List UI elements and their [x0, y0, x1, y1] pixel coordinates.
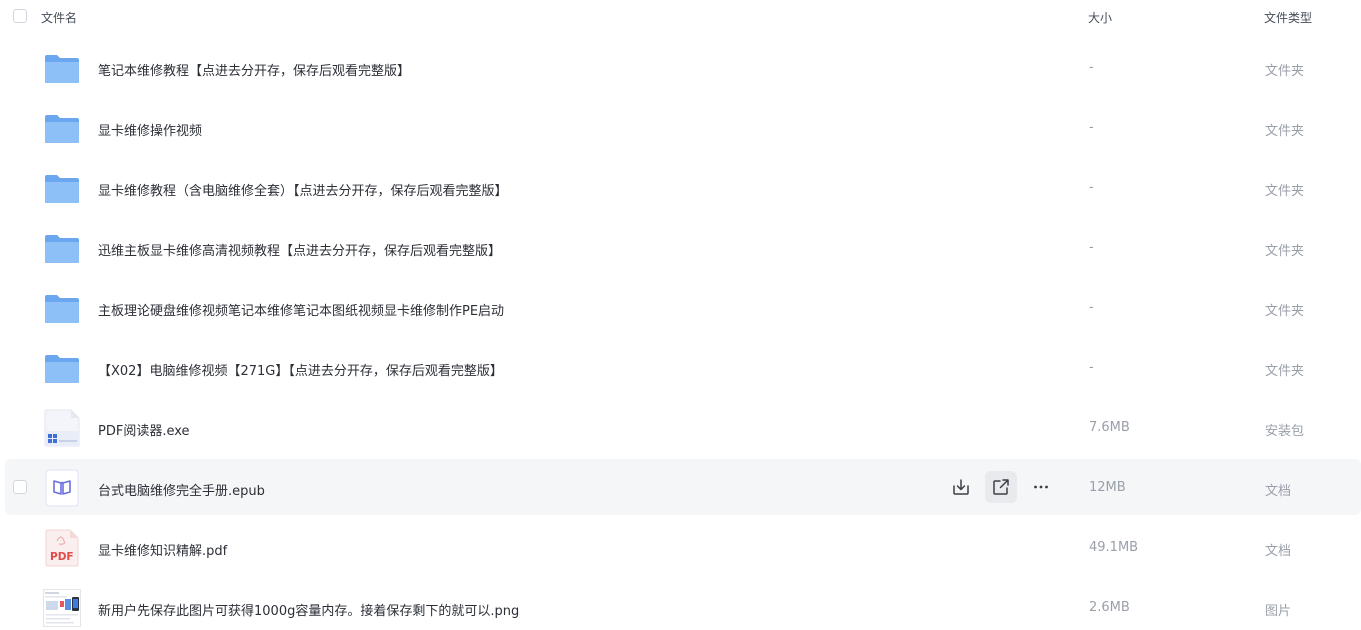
- file-row[interactable]: 显卡维修操作视频 - 文件夹: [5, 99, 1361, 155]
- share-button[interactable]: [985, 471, 1017, 503]
- file-size: -: [1089, 360, 1094, 375]
- file-name[interactable]: 显卡维修操作视频: [98, 120, 202, 139]
- file-type: 文件夹: [1265, 124, 1305, 139]
- file-type: 文档: [1265, 484, 1292, 499]
- pdf-file-icon: PDF: [43, 529, 81, 567]
- file-type: 文件夹: [1265, 184, 1305, 199]
- file-row[interactable]: 【X02】电脑维修视频【271G】【点进去分开存，保存后观看完整版】 - 文件夹: [5, 339, 1361, 395]
- epub-book-icon: [43, 469, 81, 507]
- column-header-type[interactable]: 文件类型: [1264, 9, 1312, 26]
- file-size: -: [1089, 120, 1094, 135]
- column-header-size[interactable]: 大小: [1088, 9, 1112, 26]
- image-thumbnail-icon: [43, 589, 81, 627]
- file-name[interactable]: 主板理论硬盘维修视频笔记本维修笔记本图纸视频显卡维修制作PE启动: [98, 300, 504, 319]
- download-icon: [953, 479, 969, 495]
- file-type: 文档: [1265, 544, 1292, 559]
- exe-file-icon: [43, 409, 81, 447]
- file-size: 12MB: [1089, 480, 1126, 495]
- file-size: 49.1MB: [1089, 540, 1139, 555]
- folder-icon: [43, 49, 81, 87]
- file-row[interactable]: 新用户先保存此图片可获得1000g容量内存。接着保存剩下的就可以.png 2.6…: [5, 579, 1361, 630]
- file-row[interactable]: 主板理论硬盘维修视频笔记本维修笔记本图纸视频显卡维修制作PE启动 - 文件夹: [5, 279, 1361, 335]
- more-icon: [1034, 485, 1048, 489]
- file-row[interactable]: 显卡维修教程（含电脑维修全套）【点进去分开存，保存后观看完整版】 - 文件夹: [5, 159, 1361, 215]
- file-type: 文件夹: [1265, 64, 1305, 79]
- file-row[interactable]: 迅维主板显卡维修高清视频教程【点进去分开存，保存后观看完整版】 - 文件夹: [5, 219, 1361, 275]
- file-name[interactable]: PDF阅读器.exe: [98, 420, 190, 439]
- file-name[interactable]: 笔记本维修教程【点进去分开存，保存后观看完整版】: [98, 60, 410, 79]
- file-size: -: [1089, 60, 1094, 75]
- folder-icon: [43, 289, 81, 327]
- select-all-checkbox[interactable]: [13, 9, 27, 23]
- file-name[interactable]: 迅维主板显卡维修高清视频教程【点进去分开存，保存后观看完整版】: [98, 240, 501, 259]
- file-type: 安装包: [1265, 424, 1305, 439]
- file-size: 7.6MB: [1089, 420, 1130, 435]
- share-icon: [993, 479, 1009, 495]
- file-size: 2.6MB: [1089, 600, 1130, 615]
- file-name[interactable]: 显卡维修教程（含电脑维修全套）【点进去分开存，保存后观看完整版】: [98, 180, 508, 199]
- file-type: 文件夹: [1265, 304, 1305, 319]
- folder-icon: [43, 349, 81, 387]
- download-button[interactable]: [945, 471, 977, 503]
- more-button[interactable]: [1025, 471, 1057, 503]
- file-type: 文件夹: [1265, 244, 1305, 259]
- file-size: -: [1089, 300, 1094, 315]
- column-header-name[interactable]: 文件名: [41, 9, 77, 26]
- file-row[interactable]: 笔记本维修教程【点进去分开存，保存后观看完整版】 - 文件夹: [5, 39, 1361, 95]
- folder-icon: [43, 229, 81, 267]
- file-row[interactable]: PDF 显卡维修知识精解.pdf 49.1MB 文档: [5, 519, 1361, 575]
- pdf-badge: PDF: [50, 551, 74, 563]
- file-name[interactable]: 【X02】电脑维修视频【271G】【点进去分开存，保存后观看完整版】: [98, 360, 503, 379]
- file-row[interactable]: 台式电脑维修完全手册.epub 12MB 文档: [5, 459, 1361, 515]
- file-name[interactable]: 显卡维修知识精解.pdf: [98, 540, 227, 559]
- file-size: -: [1089, 180, 1094, 195]
- folder-icon: [43, 169, 81, 207]
- file-type: 文件夹: [1265, 364, 1305, 379]
- file-size: -: [1089, 240, 1094, 255]
- file-name[interactable]: 新用户先保存此图片可获得1000g容量内存。接着保存剩下的就可以.png: [98, 600, 519, 619]
- file-row[interactable]: PDF阅读器.exe 7.6MB 安装包: [5, 399, 1361, 455]
- file-type: 图片: [1265, 604, 1292, 619]
- row-checkbox[interactable]: [13, 480, 27, 494]
- folder-icon: [43, 109, 81, 147]
- file-name[interactable]: 台式电脑维修完全手册.epub: [98, 480, 265, 499]
- file-list-header: 文件名 大小 文件类型: [0, 0, 1361, 36]
